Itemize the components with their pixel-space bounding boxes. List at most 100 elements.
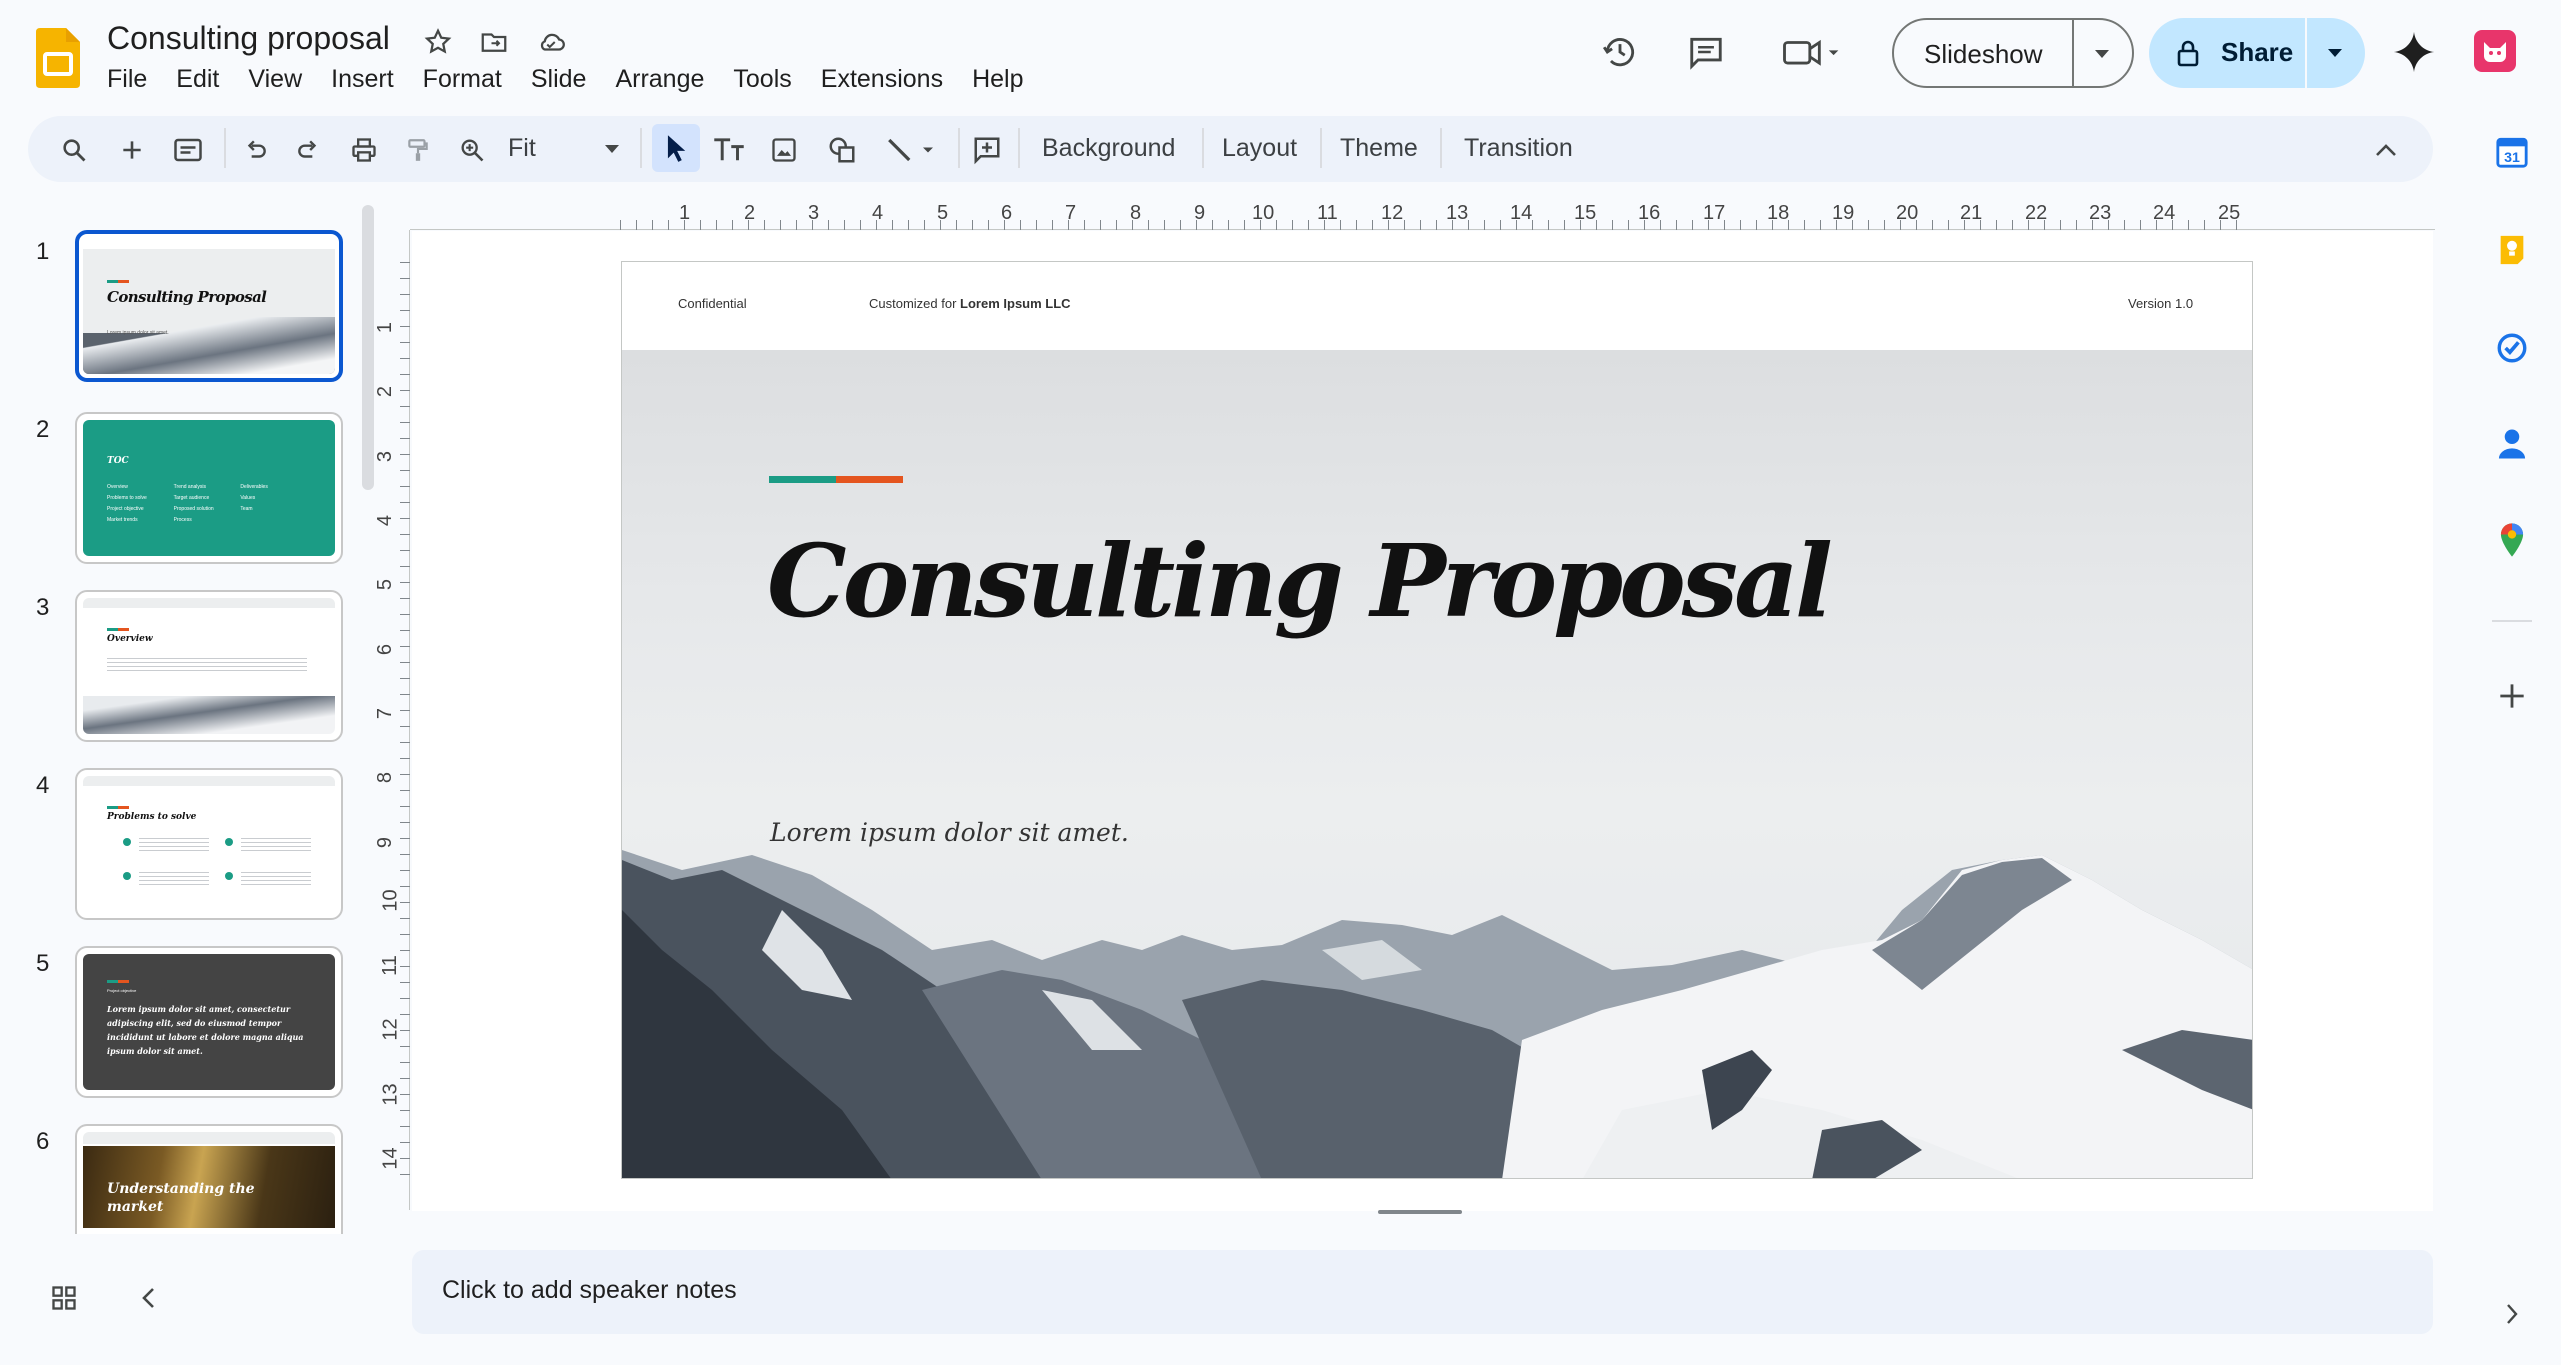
slide-number: 1	[36, 238, 50, 265]
confidential-label[interactable]: Confidential	[678, 296, 747, 311]
collapse-filmstrip-icon[interactable]	[128, 1278, 168, 1318]
slide-thumbnail-4[interactable]: Problems to solve	[75, 768, 343, 920]
toc-item: Values	[240, 495, 256, 501]
client-name: Lorem Ipsum LLC	[960, 296, 1071, 311]
slide-thumbnail-2[interactable]: TOC Overview Trend analysis Deliverables P…	[75, 412, 343, 564]
filmstrip-scrollbar[interactable]	[362, 205, 374, 490]
new-slide-layout-icon[interactable]	[168, 130, 208, 170]
toc-item: Problems to solve	[107, 495, 147, 501]
thumb-1-title: Consulting Proposal	[107, 288, 267, 306]
slide-thumbnail-5[interactable]: Project objective Lorem ipsum dolor sit …	[75, 946, 343, 1098]
slide-number: 6	[36, 1128, 50, 1155]
slide-thumbnail-3[interactable]: Overview	[75, 590, 343, 742]
insert-image-icon[interactable]	[764, 130, 804, 170]
menu-insert[interactable]: Insert	[331, 65, 394, 94]
slide-subtitle[interactable]: Lorem ipsum dolor sit amet.	[770, 818, 1129, 847]
toc-item: Target audience	[173, 495, 210, 501]
gemini-icon[interactable]	[2390, 28, 2438, 76]
accent-bar	[769, 476, 903, 483]
slide-thumbnail-1[interactable]: Consulting Proposal Lorem ipsum dolor si…	[75, 230, 343, 382]
menu-file[interactable]: File	[107, 65, 147, 94]
zoom-value: Fit	[508, 134, 536, 162]
customized-for-label[interactable]: Customized for Lorem Ipsum LLC	[869, 296, 1071, 311]
select-tool-icon[interactable]	[652, 124, 700, 172]
get-add-ons-icon[interactable]	[2492, 676, 2532, 716]
share-options-icon[interactable]	[2315, 33, 2355, 73]
slideshow-label: Slideshow	[1924, 39, 2043, 69]
toc-item: Process	[173, 517, 192, 523]
theme-button[interactable]: Theme	[1340, 132, 1418, 164]
line-icon[interactable]	[878, 130, 948, 170]
background-button[interactable]: Background	[1042, 132, 1175, 164]
side-panel	[2478, 110, 2548, 1340]
transition-button[interactable]: Transition	[1464, 132, 1573, 164]
menu-arrange[interactable]: Arrange	[615, 65, 704, 94]
toc-item: Team	[240, 506, 253, 512]
tasks-icon[interactable]	[2492, 328, 2532, 368]
cloud-saved-icon[interactable]	[531, 24, 571, 60]
slide-title[interactable]: Consulting Proposal	[767, 522, 1833, 640]
search-menus-icon[interactable]	[54, 130, 94, 170]
hide-menus-icon[interactable]	[2366, 130, 2406, 170]
star-icon[interactable]	[420, 24, 456, 60]
zoom-dropdown-icon	[604, 144, 620, 154]
move-to-folder-icon[interactable]	[476, 24, 512, 60]
show-side-panel-icon[interactable]	[2492, 1294, 2532, 1334]
zoom-select[interactable]: Fit	[498, 128, 630, 168]
menu-bar: File Edit View Insert Format Slide Arrange Tool…	[107, 65, 1053, 94]
slideshow-button[interactable]: Slideshow	[1892, 18, 2134, 88]
slide-header-bar	[622, 262, 2252, 350]
layout-button[interactable]: Layout	[1222, 132, 1297, 164]
menu-help[interactable]: Help	[972, 65, 1023, 94]
menu-slide[interactable]: Slide	[531, 65, 587, 94]
toc-item: Market trends	[107, 517, 138, 523]
menu-edit[interactable]: Edit	[176, 65, 219, 94]
comments-icon[interactable]	[1684, 30, 1728, 74]
redo-icon[interactable]	[288, 130, 328, 170]
calendar-icon[interactable]: 31	[2492, 132, 2532, 172]
menu-extensions[interactable]: Extensions	[821, 65, 943, 94]
svg-text:31: 31	[2504, 150, 2520, 166]
slide-canvas[interactable]: Confidential Customized for Lorem Ipsum …	[621, 261, 2253, 1179]
slides-logo[interactable]	[36, 28, 80, 88]
menu-format[interactable]: Format	[423, 65, 502, 94]
contacts-icon[interactable]	[2492, 424, 2532, 464]
new-slide-icon[interactable]	[112, 130, 152, 170]
paint-format-icon[interactable]	[398, 130, 438, 170]
notes-resize-handle[interactable]	[1378, 1210, 1462, 1214]
slide-number: 5	[36, 950, 50, 977]
toc-item: Proposed solution	[173, 506, 214, 512]
slide-background-photo	[622, 350, 2252, 1178]
thumb-4-title: Problems to solve	[107, 812, 197, 822]
thumb-1-subtitle: Lorem ipsum dolor sit amet.	[107, 330, 169, 336]
print-icon[interactable]	[344, 130, 384, 170]
thumb-6-title: Understanding the market	[107, 1181, 255, 1215]
toc-item: Deliverables	[240, 484, 268, 490]
account-avatar[interactable]	[2474, 30, 2516, 72]
meet-icon[interactable]	[1778, 30, 1848, 74]
lock-icon	[2171, 36, 2205, 70]
slide-number: 3	[36, 594, 50, 621]
slideshow-options-icon[interactable]	[2082, 34, 2122, 74]
version-history-icon[interactable]	[1598, 30, 1642, 74]
share-label: Share	[2221, 37, 2294, 67]
maps-icon[interactable]	[2492, 520, 2532, 560]
zoom-icon[interactable]	[452, 130, 492, 170]
grid-view-icon[interactable]	[44, 1278, 84, 1318]
version-label[interactable]: Version 1.0	[2128, 296, 2193, 311]
slide-number: 2	[36, 416, 50, 443]
share-button[interactable]: Share	[2149, 18, 2365, 88]
menu-view[interactable]: View	[248, 65, 302, 94]
thumb-5-label: Project objective	[107, 988, 137, 993]
undo-icon[interactable]	[236, 130, 276, 170]
mountains-image	[622, 850, 2252, 1178]
insert-comment-icon[interactable]	[966, 130, 1008, 170]
text-box-icon[interactable]	[708, 130, 750, 170]
thumb-2-title: TOC	[107, 456, 129, 466]
document-title[interactable]: Consulting proposal	[107, 20, 390, 57]
keep-icon[interactable]	[2492, 230, 2532, 270]
speaker-notes[interactable]: Click to add speaker notes	[412, 1250, 2433, 1334]
shape-icon[interactable]	[822, 130, 862, 170]
slide-thumbnail-6[interactable]: Understanding the market	[75, 1124, 343, 1234]
menu-tools[interactable]: Tools	[733, 65, 791, 94]
